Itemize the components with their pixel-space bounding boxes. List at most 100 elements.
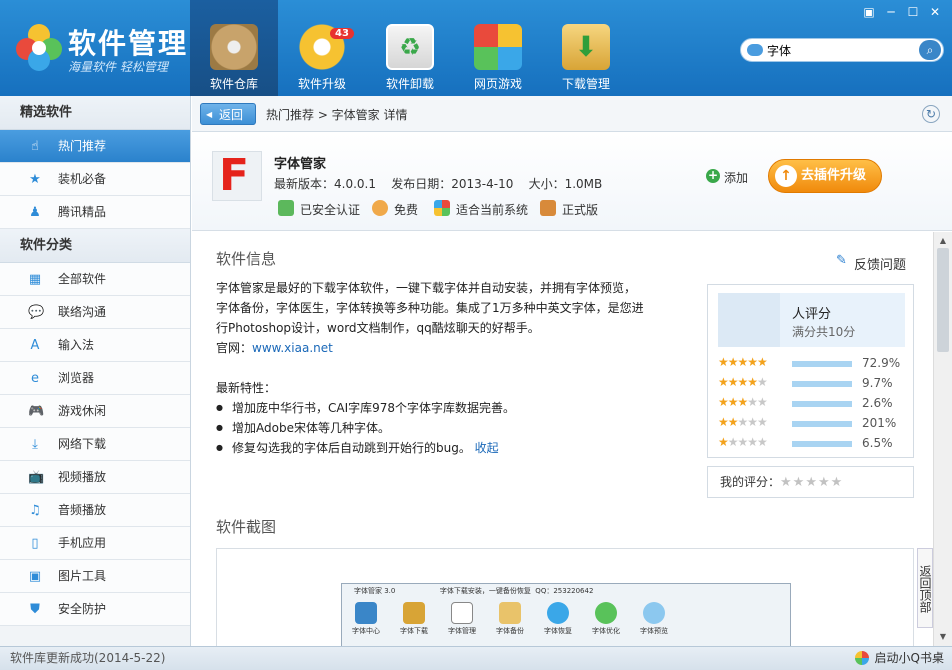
mini-label: 字体备份 — [496, 627, 524, 635]
rating-row: ★★★★★ 9.7% — [718, 375, 908, 395]
qq-penguin-icon: ♟ — [29, 205, 41, 220]
rating-stars: ★★★★★ — [718, 435, 768, 449]
coin-icon — [372, 200, 388, 216]
scroll-up-icon[interactable]: ▲ — [936, 234, 950, 248]
mini-label: 字体预览 — [640, 627, 668, 635]
nav-label: 软件卸载 — [385, 77, 434, 91]
mini-item: 字体优化 — [586, 602, 626, 636]
screenshot-image[interactable]: 字体管家 3.0 字体下载安装，一键备份恢复 QQ：253220642 字体中心… — [341, 583, 791, 646]
sidebar-item-browser[interactable]: e 浏览器 — [0, 362, 190, 395]
sidebar: 精选软件 ☝ 热门推荐 ★ 装机必备 ♟ 腾讯精品 软件分类 ▦ 全部软件 💬 联络沟通 … — [0, 96, 191, 646]
sidebar-item-security[interactable]: ⛊ 安全防护 — [0, 593, 190, 626]
back-to-top-button[interactable]: 返回顶部 — [917, 548, 933, 628]
app-meta: 最新版本：4.0.0.1 发布日期：2013-4-10 大小：1.0MB — [274, 177, 603, 191]
sidebar-item-video[interactable]: 📺 视频播放 — [0, 461, 190, 494]
app-header: 软件管理 海量软件 轻松管理 软件仓库 43 软件升级 ♻ 软件卸载 网页游戏 … — [0, 0, 952, 96]
tag-free: 免费 — [372, 200, 418, 218]
star-icon: ★ — [29, 172, 41, 187]
disc-icon — [210, 24, 258, 70]
music-note-icon: ♫ — [29, 503, 41, 518]
tag-official: 正式版 — [540, 200, 598, 218]
sidebar-item-games[interactable]: 🎮 游戏休闲 — [0, 395, 190, 428]
rating-stars: ★★★★★ — [718, 395, 768, 409]
rating-percent: 201% — [862, 416, 897, 430]
hand-pointer-icon: ☝ — [31, 139, 39, 154]
nav-software-upgrade[interactable]: 43 软件升级 — [278, 0, 366, 96]
keyboard-a-icon: A — [30, 338, 40, 353]
mini-label: 字体优化 — [592, 627, 620, 635]
sidebar-item-all[interactable]: ▦ 全部软件 — [0, 263, 190, 296]
rating-bar — [792, 441, 852, 447]
logo-icon — [14, 22, 64, 72]
sidebar-item-label: 游戏休闲 — [58, 404, 107, 418]
rating-bar — [792, 401, 852, 407]
sidebar-item-tencent[interactable]: ♟ 腾讯精品 — [0, 196, 190, 229]
mini-item: 字体中心 — [346, 602, 386, 636]
sidebar-item-download[interactable]: ⤓ 网络下载 — [0, 428, 190, 461]
nav-label: 软件仓库 — [209, 77, 258, 91]
rating-stars: ★★★★★ — [718, 375, 768, 389]
rating-percent: 9.7% — [862, 376, 893, 390]
nav-download-manager[interactable]: ⬇ 下载管理 — [542, 0, 630, 96]
rating-people: 人评分 — [792, 307, 832, 322]
vertical-scrollbar[interactable]: ▲ ▼ — [933, 232, 952, 646]
minimize-icon[interactable]: ─ — [880, 4, 902, 20]
nav-web-games[interactable]: 网页游戏 — [454, 0, 542, 96]
windows-icon — [434, 200, 450, 216]
nav-software-uninstall[interactable]: ♻ 软件卸载 — [366, 0, 454, 96]
sidebar-item-label: 视频播放 — [58, 470, 107, 484]
my-rating-stars[interactable]: ★★★★★ — [780, 475, 843, 490]
app-slogan: 海量软件 轻松管理 — [68, 60, 168, 74]
detail-content: 软件信息 反馈问题 字体管家是最好的下载字体软件，一键下载字体并自动安装，并拥有… — [192, 232, 932, 646]
mini-item: 字体预览 — [634, 602, 674, 636]
website-link[interactable]: www.xiaa.net — [252, 341, 333, 355]
sidebar-item-hot[interactable]: ☝ 热门推荐 — [0, 130, 190, 163]
feedback-link[interactable]: 反馈问题 — [836, 253, 906, 273]
sidebar-item-label: 腾讯精品 — [58, 205, 107, 219]
certificate-icon — [540, 200, 556, 216]
nav-label: 下载管理 — [561, 77, 610, 91]
collapse-link[interactable]: 收起 — [475, 441, 499, 455]
scroll-down-icon[interactable]: ▼ — [936, 630, 950, 644]
sidebar-item-essential[interactable]: ★ 装机必备 — [0, 163, 190, 196]
sidebar-item-image[interactable]: ▣ 图片工具 — [0, 560, 190, 593]
my-rating-label: 我的评分： — [720, 475, 781, 489]
search-input[interactable] — [767, 42, 915, 58]
scroll-thumb[interactable] — [937, 248, 949, 352]
picture-icon: ▣ — [28, 569, 42, 584]
sidebar-item-label: 手机应用 — [58, 536, 107, 550]
mini-label: 字体管理 — [448, 627, 476, 635]
nav-software-store[interactable]: 软件仓库 — [190, 0, 278, 96]
tag-label: 适合当前系统 — [456, 203, 529, 217]
rating-percent: 72.9% — [862, 356, 901, 370]
add-button[interactable]: 添加 — [706, 169, 748, 186]
back-button[interactable]: 返回 — [200, 103, 256, 126]
mini-item: 字体管理 — [442, 602, 482, 636]
search-box: ⌕ — [740, 38, 944, 62]
skin-icon[interactable]: ▣ — [858, 4, 880, 20]
sidebar-item-ime[interactable]: A 输入法 — [0, 329, 190, 362]
launch-desk-button[interactable]: 启动小Q书桌 — [854, 647, 944, 669]
refresh-icon[interactable]: ↻ — [922, 105, 940, 123]
sidebar-item-mobile[interactable]: ▯ 手机应用 — [0, 527, 190, 560]
maximize-icon[interactable]: ☐ — [902, 4, 924, 20]
nav-label: 软件升级 — [297, 77, 346, 91]
feature-item: 增加庞中华行书，CAI字库978个字体字库数据完善。 — [216, 398, 676, 418]
search-icon[interactable]: ⌕ — [919, 40, 941, 60]
sidebar-item-chat[interactable]: 💬 联络沟通 — [0, 296, 190, 329]
sidebar-item-label: 热门推荐 — [58, 139, 107, 153]
close-icon[interactable]: ✕ — [924, 4, 946, 20]
sidebar-item-audio[interactable]: ♫ 音频播放 — [0, 494, 190, 527]
features-section: 最新特性： 增加庞中华行书，CAI字库978个字体字库数据完善。 增加Adobe… — [216, 378, 676, 458]
sidebar-item-label: 联络沟通 — [58, 305, 107, 319]
nav-label: 网页游戏 — [473, 77, 522, 91]
features-title: 最新特性： — [216, 381, 277, 395]
mini-item: 字体备份 — [490, 602, 530, 636]
recycle-bin-icon: ♻ — [386, 24, 434, 70]
rating-percent: 2.6% — [862, 396, 893, 410]
sidebar-item-label: 安全防护 — [58, 602, 107, 616]
upgrade-plugin-button[interactable]: 去插件升级 — [768, 159, 882, 193]
ie-browser-icon: e — [31, 371, 39, 386]
rating-row: ★★★★★ 72.9% — [718, 355, 908, 375]
rating-row: ★★★★★ 2.6% — [718, 395, 908, 415]
